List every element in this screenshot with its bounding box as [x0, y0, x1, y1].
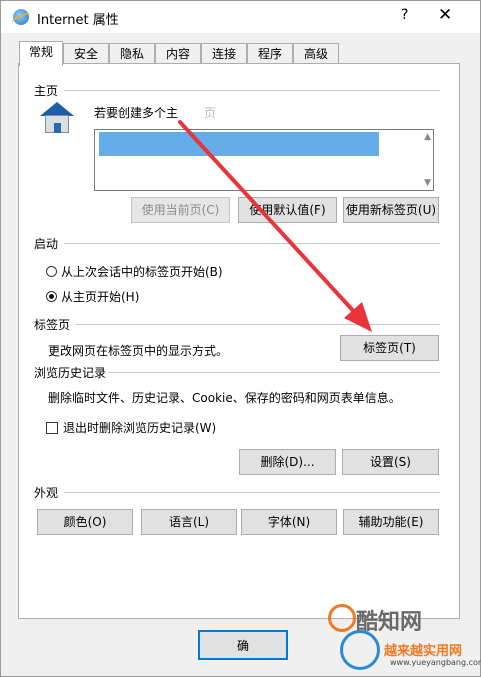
selected-url-highlight: [99, 132, 379, 156]
tab-general[interactable]: 常规: [19, 41, 63, 66]
appearance-section-label: 外观: [34, 486, 59, 500]
startup-option-homepage[interactable]: 从主页开始(H): [46, 288, 139, 305]
scroll-up-icon[interactable]: ▲: [424, 132, 431, 142]
delete-on-exit-checkbox[interactable]: [46, 421, 58, 434]
radio-last-session[interactable]: [46, 266, 57, 277]
close-button[interactable]: ✕: [438, 5, 452, 25]
use-default-button[interactable]: 使用默认值(F): [238, 197, 337, 223]
fonts-button[interactable]: 字体(N): [241, 509, 337, 535]
appearance-separator: [64, 492, 440, 493]
internet-explorer-icon: [13, 9, 29, 25]
window-title: Internet 属性: [37, 13, 119, 28]
tabs-settings-button[interactable]: 标签页(T): [340, 335, 439, 361]
tabs-description: 更改网页在标签页中的显示方式。: [48, 344, 229, 358]
homepage-separator: [64, 90, 440, 91]
radio-homepage[interactable]: [46, 291, 57, 302]
startup-section-label: 启动: [34, 237, 59, 251]
homepage-hint: 若要创建多个主: [94, 106, 179, 120]
tabs-separator: [76, 324, 440, 325]
tabs-section-label: 标签页: [34, 318, 71, 332]
home-icon: [40, 102, 74, 134]
colors-button[interactable]: 颜色(O): [37, 509, 133, 535]
ok-button[interactable]: 确: [198, 630, 288, 660]
history-section-label: 浏览历史记录: [34, 366, 107, 380]
delete-history-button[interactable]: 删除(D)...: [239, 449, 336, 475]
startup-separator: [64, 243, 440, 244]
use-new-tab-button[interactable]: 使用新标签页(U): [343, 197, 439, 223]
tab-content[interactable]: 内容: [155, 43, 201, 64]
history-description: 删除临时文件、历史记录、Cookie、保存的密码和网页表单信息。: [48, 391, 401, 405]
history-separator: [108, 372, 440, 373]
accessibility-button[interactable]: 辅助功能(E): [343, 509, 439, 535]
scroll-down-icon[interactable]: ▼: [424, 178, 431, 188]
history-settings-button[interactable]: 设置(S): [342, 449, 439, 475]
tab-programs[interactable]: 程序: [247, 43, 293, 64]
delete-on-exit-option[interactable]: 退出时删除浏览历史记录(W): [46, 419, 216, 436]
help-button[interactable]: ?: [401, 7, 408, 23]
homepage-section-label: 主页: [34, 84, 59, 98]
tab-advanced[interactable]: 高级: [293, 43, 339, 64]
title-bar: Internet 属性 ? ✕: [1, 1, 480, 33]
homepage-url-textarea[interactable]: ▲ ▼: [94, 129, 434, 191]
startup-option-last-session[interactable]: 从上次会话中的标签页开始(B): [46, 263, 223, 280]
languages-button[interactable]: 语言(L): [141, 509, 237, 535]
use-current-button[interactable]: 使用当前页(C): [131, 197, 230, 223]
homepage-hint-suffix: 页: [204, 106, 217, 120]
delete-on-exit-label: 退出时删除浏览历史记录(W): [63, 421, 217, 435]
tab-connections[interactable]: 连接: [201, 43, 247, 64]
radio-last-session-label: 从上次会话中的标签页开始(B): [61, 265, 223, 279]
radio-homepage-label: 从主页开始(H): [61, 290, 140, 304]
tab-security[interactable]: 安全: [63, 43, 109, 64]
tab-privacy[interactable]: 隐私: [109, 43, 155, 64]
